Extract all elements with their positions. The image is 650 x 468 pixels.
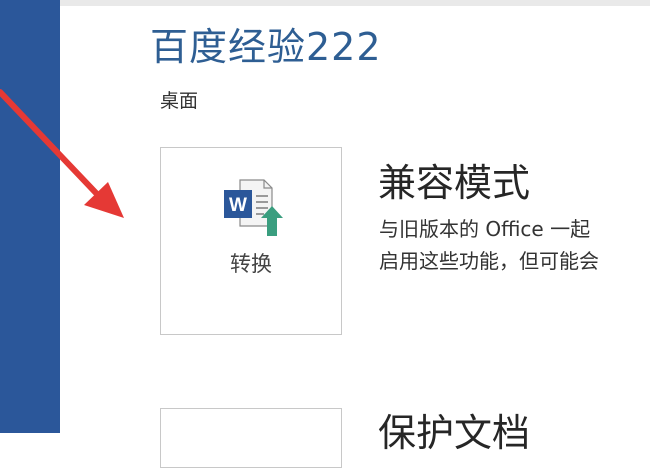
convert-button-label: 转换 (230, 252, 272, 276)
top-divider (60, 0, 650, 6)
protect-document-heading: 保护文档 (378, 411, 531, 455)
compatibility-description-line-2: 启用这些功能，但可能会 (379, 249, 599, 273)
svg-text:W: W (229, 195, 247, 216)
annotation-arrow (0, 89, 124, 218)
convert-button[interactable]: W 转换 (160, 147, 342, 335)
word-convert-icon: W (216, 176, 288, 240)
protect-document-button[interactable] (160, 408, 342, 468)
document-location: 桌面 (160, 90, 199, 112)
document-title: 百度经验222 (150, 25, 382, 69)
compatibility-mode-heading: 兼容模式 (378, 161, 531, 205)
compatibility-description-line-1: 与旧版本的 Office 一起 (379, 217, 591, 241)
